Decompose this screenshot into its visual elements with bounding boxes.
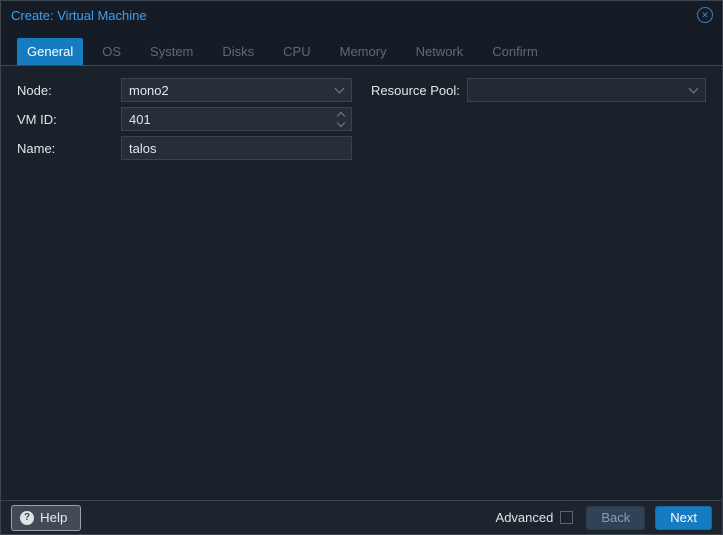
- resource-pool-input[interactable]: [467, 78, 706, 102]
- next-button[interactable]: Next: [655, 506, 712, 530]
- dialog-footer: ? Help Advanced Back Next: [1, 500, 722, 534]
- tab-network[interactable]: Network: [406, 38, 474, 65]
- resource-pool-label: Resource Pool:: [371, 83, 467, 98]
- vm-id-input[interactable]: [121, 107, 352, 131]
- node-label: Node:: [17, 83, 121, 98]
- vm-id-spinner-field[interactable]: [121, 107, 352, 131]
- vm-id-spinner: [338, 111, 344, 126]
- create-vm-dialog: Create: Virtual Machine ✕ General OS Sys…: [0, 0, 723, 535]
- form-right-column: Resource Pool:: [371, 78, 706, 165]
- close-icon: ✕: [701, 8, 709, 22]
- dialog-header: Create: Virtual Machine ✕: [1, 1, 722, 29]
- tab-cpu[interactable]: CPU: [273, 38, 320, 65]
- dialog-title: Create: Virtual Machine: [11, 8, 147, 23]
- tab-system[interactable]: System: [140, 38, 203, 65]
- form-left-column: Node: VM ID: Name:: [17, 78, 352, 165]
- general-form: Node: VM ID: Name:: [1, 66, 722, 177]
- name-field[interactable]: [121, 136, 352, 160]
- spinner-down-icon[interactable]: [337, 119, 345, 127]
- node-input[interactable]: [121, 78, 352, 102]
- name-label: Name:: [17, 141, 121, 156]
- vm-id-label: VM ID:: [17, 112, 121, 127]
- resource-pool-combobox[interactable]: [467, 78, 706, 102]
- advanced-label: Advanced: [496, 510, 554, 525]
- resource-pool-row: Resource Pool:: [371, 78, 706, 102]
- vm-id-row: VM ID:: [17, 107, 352, 131]
- name-row: Name:: [17, 136, 352, 160]
- help-button-label: Help: [40, 510, 67, 525]
- help-button[interactable]: ? Help: [11, 505, 81, 531]
- advanced-group: Advanced: [496, 510, 574, 525]
- node-row: Node:: [17, 78, 352, 102]
- advanced-checkbox[interactable]: [560, 511, 573, 524]
- tab-memory[interactable]: Memory: [330, 38, 397, 65]
- name-input[interactable]: [121, 136, 352, 160]
- back-button[interactable]: Back: [586, 506, 645, 530]
- node-combobox[interactable]: [121, 78, 352, 102]
- tab-os[interactable]: OS: [92, 38, 131, 65]
- tab-disks[interactable]: Disks: [212, 38, 264, 65]
- tab-confirm[interactable]: Confirm: [482, 38, 548, 65]
- wizard-tab-bar: General OS System Disks CPU Memory Netwo…: [1, 29, 722, 66]
- help-icon: ?: [20, 511, 34, 525]
- close-button[interactable]: ✕: [697, 7, 713, 23]
- tab-general[interactable]: General: [17, 38, 83, 65]
